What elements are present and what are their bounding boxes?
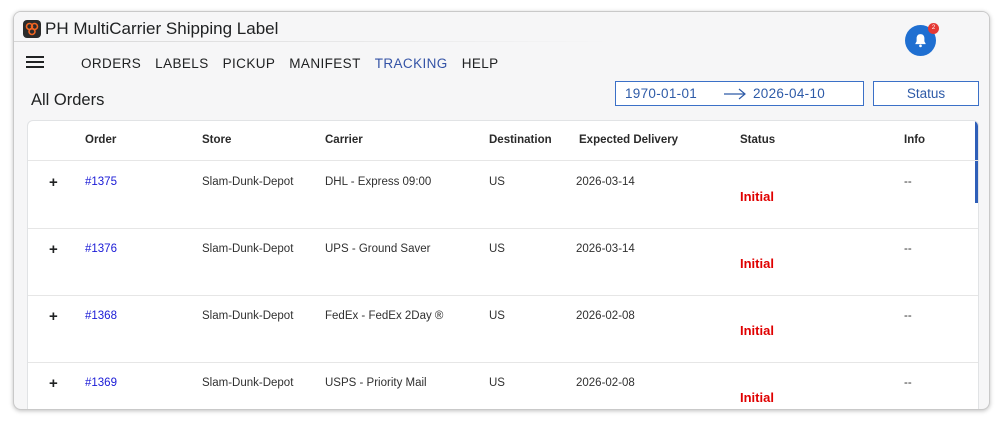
column-header-order: Order bbox=[85, 134, 117, 146]
store-cell: Slam-Dunk-Depot bbox=[202, 310, 294, 322]
store-cell: Slam-Dunk-Depot bbox=[202, 243, 294, 255]
carrier-cell: USPS - Priority Mail bbox=[325, 377, 427, 389]
date-end-value[interactable]: 2026-04-10 bbox=[753, 86, 825, 101]
status-badge: Initial bbox=[740, 390, 774, 405]
orders-table: Order Store Carrier Destination Expected… bbox=[27, 120, 979, 409]
column-header-expected-delivery: Expected Delivery bbox=[579, 134, 679, 146]
nav-item-orders[interactable]: ORDERS bbox=[81, 56, 141, 74]
app-title: PH MultiCarrier Shipping Label bbox=[45, 19, 279, 38]
app-header: PH MultiCarrier Shipping Label 2 ORDERS … bbox=[14, 12, 989, 132]
app-window: PH MultiCarrier Shipping Label 2 ORDERS … bbox=[13, 11, 990, 410]
order-link[interactable]: #1368 bbox=[85, 310, 117, 322]
menu-icon[interactable] bbox=[26, 56, 44, 70]
carrier-cell: FedEx - FedEx 2Day ® bbox=[325, 310, 444, 322]
info-cell: -- bbox=[904, 176, 912, 188]
expand-row-icon[interactable]: + bbox=[49, 174, 58, 191]
status-badge: Initial bbox=[740, 256, 774, 271]
column-header-store: Store bbox=[202, 134, 232, 146]
table-row: + #1369 Slam-Dunk-Depot USPS - Priority … bbox=[28, 363, 978, 409]
store-cell: Slam-Dunk-Depot bbox=[202, 377, 294, 389]
expected-delivery-cell: 2026-03-14 bbox=[576, 243, 635, 255]
expand-row-icon[interactable]: + bbox=[49, 375, 58, 392]
table-row: + #1375 Slam-Dunk-Depot DHL - Express 09… bbox=[28, 162, 978, 229]
expand-row-icon[interactable]: + bbox=[49, 308, 58, 325]
column-header-status: Status bbox=[740, 134, 776, 146]
column-header-carrier: Carrier bbox=[325, 134, 363, 146]
store-cell: Slam-Dunk-Depot bbox=[202, 176, 294, 188]
destination-cell: US bbox=[489, 377, 505, 389]
order-link[interactable]: #1376 bbox=[85, 243, 117, 255]
arrow-right-icon bbox=[724, 88, 746, 100]
date-start-value[interactable]: 1970-01-01 bbox=[625, 86, 697, 101]
nav-item-tracking[interactable]: TRACKING bbox=[375, 56, 448, 74]
destination-cell: US bbox=[489, 310, 505, 322]
order-link[interactable]: #1369 bbox=[85, 377, 117, 389]
expand-row-icon[interactable]: + bbox=[49, 241, 58, 258]
nav-item-labels[interactable]: LABELS bbox=[155, 56, 208, 74]
order-link[interactable]: #1375 bbox=[85, 176, 117, 188]
nav-item-manifest[interactable]: MANIFEST bbox=[289, 56, 360, 74]
status-badge: Initial bbox=[740, 323, 774, 338]
date-range-picker[interactable]: 1970-01-01 2026-04-10 bbox=[615, 81, 864, 106]
table-header: Order Store Carrier Destination Expected… bbox=[28, 121, 978, 161]
column-header-destination: Destination bbox=[489, 134, 552, 146]
carrier-cell: DHL - Express 09:00 bbox=[325, 176, 432, 188]
info-cell: -- bbox=[904, 243, 912, 255]
column-header-info: Info bbox=[904, 134, 926, 146]
destination-cell: US bbox=[489, 176, 505, 188]
app-logo-icon bbox=[23, 20, 41, 38]
nav-item-help[interactable]: HELP bbox=[462, 56, 499, 74]
status-badge: Initial bbox=[740, 189, 774, 204]
table-row: + #1376 Slam-Dunk-Depot UPS - Ground Sav… bbox=[28, 229, 978, 296]
nav-item-pickup[interactable]: PICKUP bbox=[223, 56, 276, 74]
carrier-cell: UPS - Ground Saver bbox=[325, 243, 431, 255]
main-nav: ORDERS LABELS PICKUP MANIFEST TRACKING H… bbox=[81, 56, 513, 74]
title-divider bbox=[14, 41, 614, 42]
status-filter-button[interactable]: Status bbox=[873, 81, 979, 106]
expected-delivery-cell: 2026-03-14 bbox=[576, 176, 635, 188]
expected-delivery-cell: 2026-02-08 bbox=[576, 377, 635, 389]
table-row: + #1368 Slam-Dunk-Depot FedEx - FedEx 2D… bbox=[28, 296, 978, 363]
expected-delivery-cell: 2026-02-08 bbox=[576, 310, 635, 322]
destination-cell: US bbox=[489, 243, 505, 255]
page-title: All Orders bbox=[31, 91, 105, 109]
info-cell: -- bbox=[904, 310, 912, 322]
info-cell: -- bbox=[904, 377, 912, 389]
notification-badge: 2 bbox=[928, 23, 939, 34]
